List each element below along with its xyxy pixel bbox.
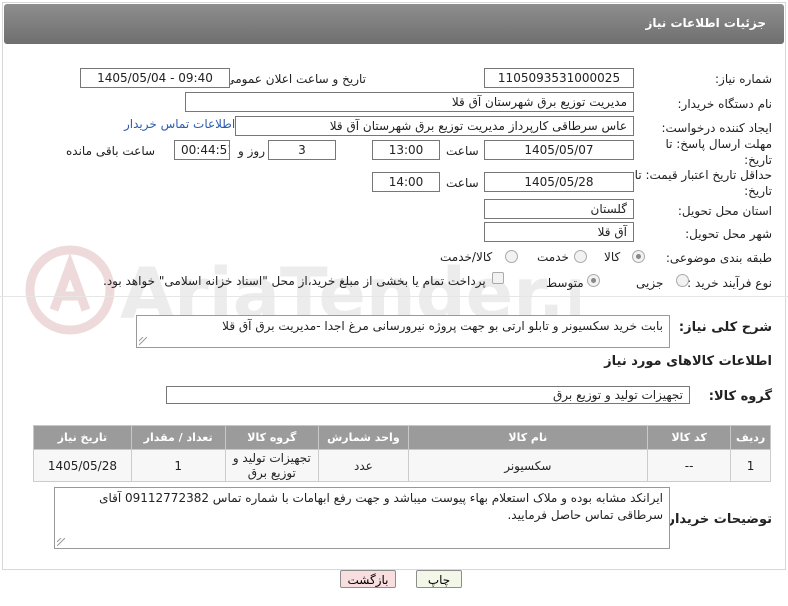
deadline-label: مهلت ارسال پاسخ: تا تاریخ:: [665, 137, 772, 167]
announce-field: 1405/05/04 - 09:40: [80, 68, 230, 88]
deadline-time-field: 13:00: [372, 140, 440, 160]
description-label: شرح کلی نیاز:: [678, 320, 772, 335]
payment-note: پرداخت تمام یا بخشی از مبلغ خرید،از محل …: [103, 274, 486, 288]
description-text: بابت خرید سکسیونر و تابلو ارتی بو جهت پر…: [222, 319, 663, 333]
deadline-time-label: ساعت: [446, 144, 479, 158]
col-need-date: تاریخ نیاز: [33, 425, 132, 450]
validity-time-label: ساعت: [446, 176, 479, 190]
cell-quantity: 1: [130, 449, 226, 482]
city-field: آق قلا: [484, 222, 634, 242]
col-group: گروه کالا: [224, 425, 320, 450]
cell-need-date: 1405/05/28: [33, 449, 132, 482]
buyer-notes-textarea[interactable]: ایرانکد مشابه بوده و ملاک استعلام بهاء پ…: [54, 487, 670, 549]
contact-info-link[interactable]: اطلاعات تماس خریدار: [124, 117, 235, 131]
goods-group-field: تجهیزات تولید و توزیع برق: [166, 386, 690, 404]
resize-handle-icon[interactable]: [57, 538, 65, 546]
col-item-code: کد کالا: [646, 425, 732, 450]
col-item-name: نام کالا: [407, 425, 648, 450]
remaining-label: ساعت باقی مانده: [66, 144, 156, 158]
buyer-notes-text: ایرانکد مشابه بوده و ملاک استعلام بهاء پ…: [99, 491, 663, 522]
category-radio-service[interactable]: [574, 250, 587, 263]
description-textarea[interactable]: بابت خرید سکسیونر و تابلو ارتی بو جهت پر…: [136, 315, 670, 348]
col-row-number: ردیف: [730, 425, 771, 450]
print-button[interactable]: چاپ: [416, 570, 462, 588]
cell-item-name: سکسیونر: [407, 449, 648, 482]
creator-label: ایجاد کننده درخواست:: [661, 121, 772, 135]
category-label: طبقه بندی موضوعی:: [665, 251, 772, 265]
process-option-medium: متوسط: [546, 276, 584, 290]
announce-label: تاریخ و ساعت اعلان عمومی:: [221, 72, 366, 86]
goods-group-label: گروه کالا:: [708, 389, 772, 404]
cell-unit: عدد: [318, 449, 409, 482]
validity-time-field: 14:00: [372, 172, 440, 192]
city-label: شهر محل تحویل:: [685, 227, 772, 241]
remaining-time-field: 00:44:51: [174, 140, 230, 160]
category-option-service: خدمت: [537, 250, 569, 264]
page-title: جزئیات اطلاعات نیاز: [645, 16, 766, 30]
goods-section-title: اطلاعات کالاهای مورد نیاز: [604, 354, 772, 369]
validity-date-field: 1405/05/28: [484, 172, 634, 192]
process-option-minor: جزیی: [636, 276, 664, 290]
process-radio-medium[interactable]: [587, 274, 600, 287]
col-unit: واحد شمارش: [318, 425, 409, 450]
days-field: 3: [268, 140, 336, 160]
category-radio-goods-service[interactable]: [505, 250, 518, 263]
category-option-goods: کالا: [604, 250, 621, 264]
goods-table-header: ردیف کد کالا نام کالا واحد شمارش گروه کا…: [33, 425, 771, 450]
process-label: نوع فرآیند خرید :: [687, 276, 772, 290]
buyer-org-label: نام دستگاه خریدار:: [677, 97, 773, 111]
cell-row-number: 1: [730, 449, 771, 482]
goods-table: ردیف کد کالا نام کالا واحد شمارش گروه کا…: [33, 425, 771, 482]
need-number-field: 1105093531000025: [484, 68, 634, 88]
resize-handle-icon[interactable]: [139, 337, 147, 345]
creator-field: عاس سرطاقی کارپرداز مدیریت توزیع برق شهر…: [235, 116, 634, 136]
province-label: استان محل تحویل:: [677, 204, 772, 218]
buyer-org-field: مدیریت توزیع برق شهرستان آق قلا: [185, 92, 634, 112]
category-radio-goods[interactable]: [632, 250, 645, 263]
back-button[interactable]: بازگشت: [340, 570, 396, 588]
divider: [0, 296, 788, 297]
table-row: 1 -- سکسیونر عدد تجهیزات تولید و توزیع ب…: [33, 449, 771, 482]
process-radio-minor[interactable]: [676, 274, 689, 287]
province-field: گلستان: [484, 199, 634, 219]
cell-group: تجهیزات تولید و توزیع برق: [224, 449, 320, 482]
need-number-label: شماره نیاز:: [715, 72, 772, 86]
col-quantity: تعداد / مقدار: [130, 425, 226, 450]
buyer-notes-label: توضیحات خریدار:: [662, 512, 772, 527]
page-header: جزئیات اطلاعات نیاز: [4, 4, 784, 44]
validity-label: حداقل تاریخ اعتبار قیمت: تا تاریخ:: [634, 168, 772, 198]
days-label: روز و: [238, 144, 265, 158]
deadline-date-field: 1405/05/07: [484, 140, 634, 160]
cell-item-code: --: [646, 449, 732, 482]
treasury-checkbox[interactable]: [492, 272, 504, 284]
category-option-goods-service: کالا/خدمت: [440, 250, 493, 264]
